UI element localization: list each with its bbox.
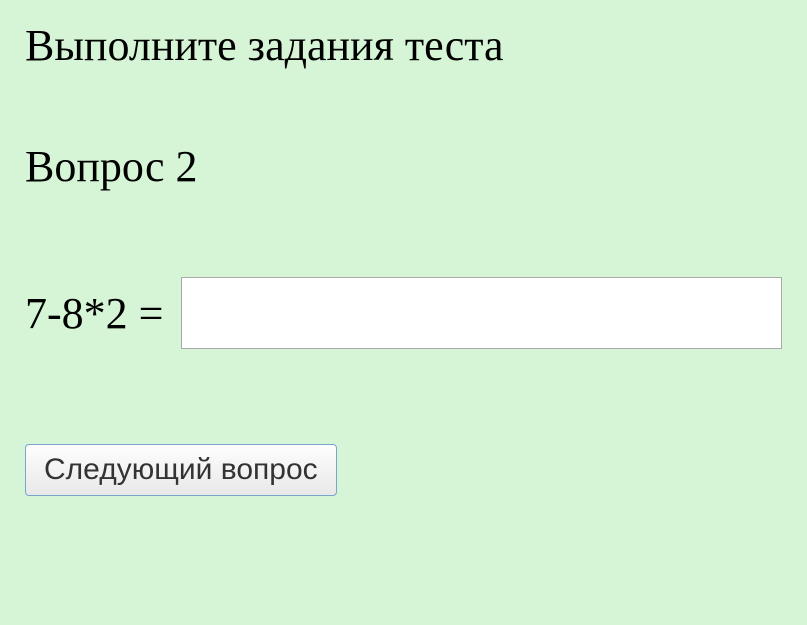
expression-text: 7-8*2 =: [25, 288, 163, 339]
next-question-button[interactable]: Следующий вопрос: [25, 444, 337, 496]
instruction-text: Выполните задания теста: [25, 20, 782, 71]
question-row: 7-8*2 =: [25, 277, 782, 349]
question-label: Вопрос 2: [25, 141, 782, 192]
answer-input[interactable]: [181, 277, 782, 349]
